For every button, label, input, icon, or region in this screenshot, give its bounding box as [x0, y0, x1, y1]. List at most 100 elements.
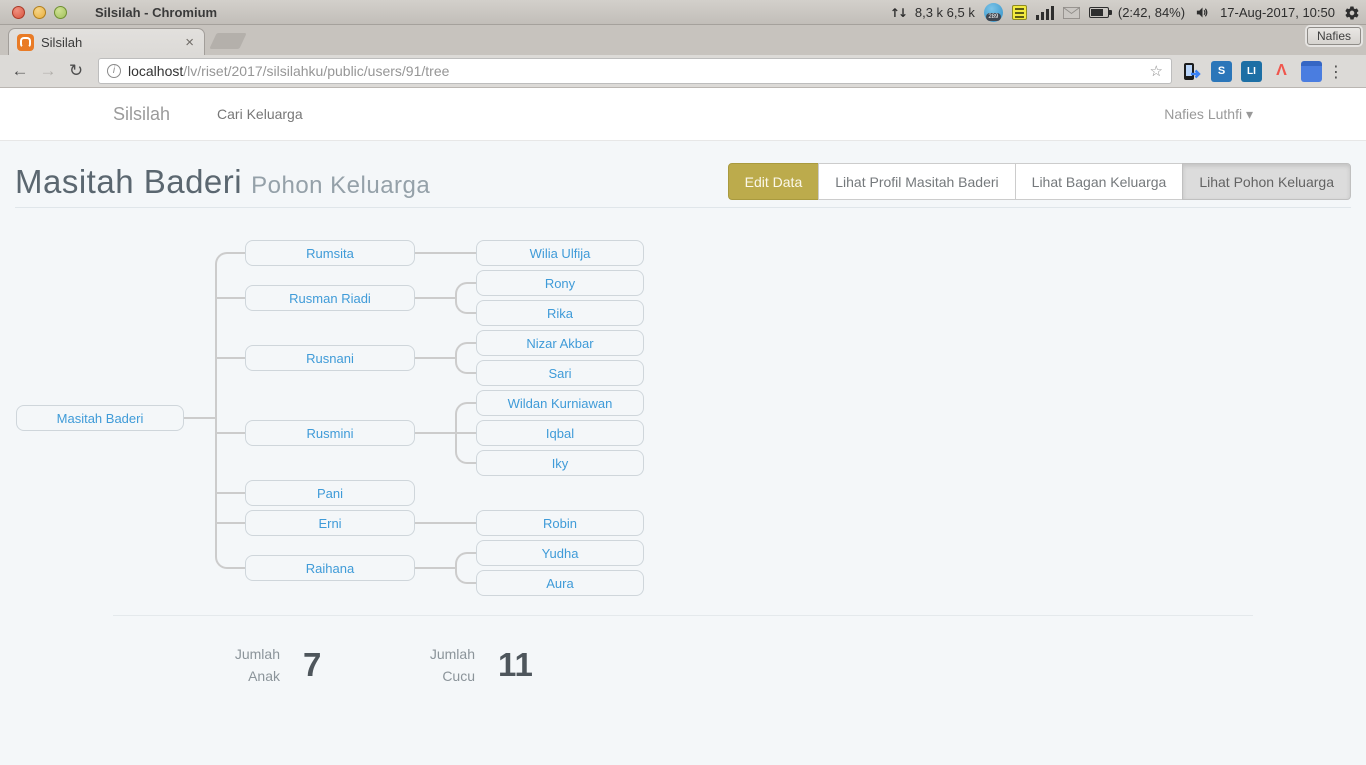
- window-maximize-button[interactable]: [54, 6, 67, 19]
- back-button[interactable]: ←: [6, 61, 34, 81]
- gear-icon[interactable]: [1344, 5, 1360, 21]
- network-arrows-icon[interactable]: ↑↓: [890, 6, 906, 20]
- indicator-badge-icon[interactable]: 289: [984, 3, 1003, 22]
- tree-connector: [415, 522, 476, 524]
- reload-button[interactable]: ↻: [62, 61, 90, 81]
- lihat-pohon-button[interactable]: Lihat Pohon Keluarga: [1182, 163, 1351, 200]
- url-text[interactable]: localhost/lv/riset/2017/silsilahku/publi…: [128, 63, 1150, 79]
- window-title: Silsilah - Chromium: [95, 5, 217, 20]
- system-tray: ↑↓ 8,3 k 6,5 k 289 (2:42, 84%) 17-Aug-20…: [890, 0, 1360, 25]
- volume-icon[interactable]: [1194, 5, 1211, 20]
- network-speed: 8,3 k 6,5 k: [915, 5, 975, 20]
- tree-connector: [415, 432, 455, 434]
- tree-connector: [455, 342, 476, 374]
- tree-node-grandchild[interactable]: Yudha: [476, 540, 644, 566]
- tree-node-grandchild[interactable]: Sari: [476, 360, 644, 386]
- tree-connector: [415, 297, 455, 299]
- tree-node-child[interactable]: Rumsita: [245, 240, 415, 266]
- page-title-name: Masitah Baderi: [15, 163, 242, 200]
- s-extension-icon[interactable]: S: [1211, 61, 1232, 82]
- tree-connector: [415, 567, 455, 569]
- window-minimize-button[interactable]: [33, 6, 46, 19]
- browser-menu-icon[interactable]: ⋮: [1328, 62, 1344, 81]
- tree-node-child[interactable]: Rusnani: [245, 345, 415, 371]
- tree-node-grandchild[interactable]: Robin: [476, 510, 644, 536]
- tree-node-child[interactable]: Rusmini: [245, 420, 415, 446]
- blue-extension-icon[interactable]: [1301, 61, 1322, 82]
- tab-close-icon[interactable]: ×: [185, 34, 194, 51]
- stat-label-anak-line2: Anak: [248, 668, 280, 684]
- laravel-extension-icon[interactable]: Λ: [1271, 61, 1292, 82]
- stat-label-cucu-line2: Cucu: [442, 668, 475, 684]
- page-title: Masitah Baderi Pohon Keluarga: [15, 163, 430, 201]
- indicator-badge-count: 289: [986, 13, 1001, 21]
- bookmark-star-icon[interactable]: ☆: [1150, 62, 1163, 80]
- tree-node-grandchild[interactable]: Iqbal: [476, 420, 644, 446]
- window-close-button[interactable]: [12, 6, 25, 19]
- navbar-brand[interactable]: Silsilah: [113, 104, 170, 125]
- lihat-profil-button[interactable]: Lihat Profil Masitah Baderi: [818, 163, 1015, 200]
- tree-node-child[interactable]: Raihana: [245, 555, 415, 581]
- footer-divider: [113, 615, 1253, 616]
- extension-icons: S LI Λ: [1182, 61, 1322, 82]
- header-divider: [15, 207, 1351, 208]
- stat-label-anak: Jumlah Anak: [165, 643, 280, 687]
- tree-node-grandchild[interactable]: Wilia Ulfija: [476, 240, 644, 266]
- stat-label-cucu-line1: Jumlah: [430, 646, 475, 662]
- tree-connector: [184, 417, 216, 419]
- session-label[interactable]: Nafies: [1307, 27, 1361, 45]
- browser-tab-strip: Silsilah ×: [0, 25, 1366, 55]
- user-dropdown[interactable]: Nafies Luthfi ▾: [1164, 106, 1253, 123]
- tree-node-grandchild[interactable]: Iky: [476, 450, 644, 476]
- tree-node-root[interactable]: Masitah Baderi: [16, 405, 184, 431]
- tree-connector: [455, 282, 476, 314]
- battery-icon[interactable]: [1089, 7, 1109, 18]
- browser-toolbar: ← → ↻ i localhost/lv/riset/2017/silsilah…: [0, 55, 1366, 88]
- lihat-bagan-button[interactable]: Lihat Bagan Keluarga: [1015, 163, 1184, 200]
- stat-value-anak: 7: [303, 646, 321, 684]
- url-path: /lv/riset/2017/silsilahku/public/users/9…: [183, 63, 449, 79]
- browser-tab-silsilah[interactable]: Silsilah ×: [8, 28, 205, 55]
- system-titlebar: Silsilah - Chromium ↑↓ 8,3 k 6,5 k 289 (…: [0, 0, 1366, 25]
- tree-connector: [215, 492, 245, 494]
- forward-button: →: [34, 61, 62, 81]
- tree-connector: [215, 297, 245, 299]
- tree-connector: [215, 432, 245, 434]
- tree-node-child[interactable]: Erni: [245, 510, 415, 536]
- tree-node-child[interactable]: Rusman Riadi: [245, 285, 415, 311]
- notes-indicator-icon[interactable]: [1012, 5, 1027, 20]
- window-controls: [12, 6, 67, 19]
- tree-node-grandchild[interactable]: Wildan Kurniawan: [476, 390, 644, 416]
- address-bar[interactable]: i localhost/lv/riset/2017/silsilahku/pub…: [98, 58, 1172, 84]
- tree-node-grandchild[interactable]: Nizar Akbar: [476, 330, 644, 356]
- page-content: Masitah Baderi Pohon Keluarga Edit Data L…: [0, 141, 1366, 765]
- app-navbar: Silsilah Cari Keluarga Nafies Luthfi ▾: [0, 88, 1366, 141]
- clock[interactable]: 17-Aug-2017, 10:50: [1220, 5, 1335, 20]
- tab-title: Silsilah: [41, 35, 185, 50]
- nav-link-cari-keluarga[interactable]: Cari Keluarga: [217, 106, 303, 122]
- tree-node-grandchild[interactable]: Rika: [476, 300, 644, 326]
- stat-label-anak-line1: Jumlah: [235, 646, 280, 662]
- page-info-icon[interactable]: i: [107, 64, 121, 78]
- tree-connector: [455, 552, 476, 584]
- mail-icon[interactable]: [1063, 7, 1080, 19]
- tree-node-child[interactable]: Pani: [245, 480, 415, 506]
- user-name: Nafies Luthfi: [1164, 106, 1242, 122]
- tree-connector: [415, 252, 476, 254]
- xampp-favicon-icon: [17, 34, 34, 51]
- stat-label-cucu: Jumlah Cucu: [360, 643, 475, 687]
- tree-connector: [455, 432, 476, 434]
- battery-status: (2:42, 84%): [1118, 5, 1185, 20]
- tree-connector: [215, 522, 245, 524]
- stat-value-cucu: 11: [498, 646, 533, 684]
- edit-data-button[interactable]: Edit Data: [728, 163, 820, 200]
- tree-node-grandchild[interactable]: Aura: [476, 570, 644, 596]
- url-host: localhost: [128, 63, 183, 79]
- li-extension-icon[interactable]: LI: [1241, 61, 1262, 82]
- signal-strength-icon[interactable]: [1036, 6, 1054, 20]
- new-tab-button[interactable]: [209, 33, 246, 49]
- page-subtitle: Pohon Keluarga: [251, 172, 430, 199]
- pushbullet-extension-icon[interactable]: [1182, 62, 1202, 81]
- tree-node-grandchild[interactable]: Rony: [476, 270, 644, 296]
- tree-connector: [415, 357, 455, 359]
